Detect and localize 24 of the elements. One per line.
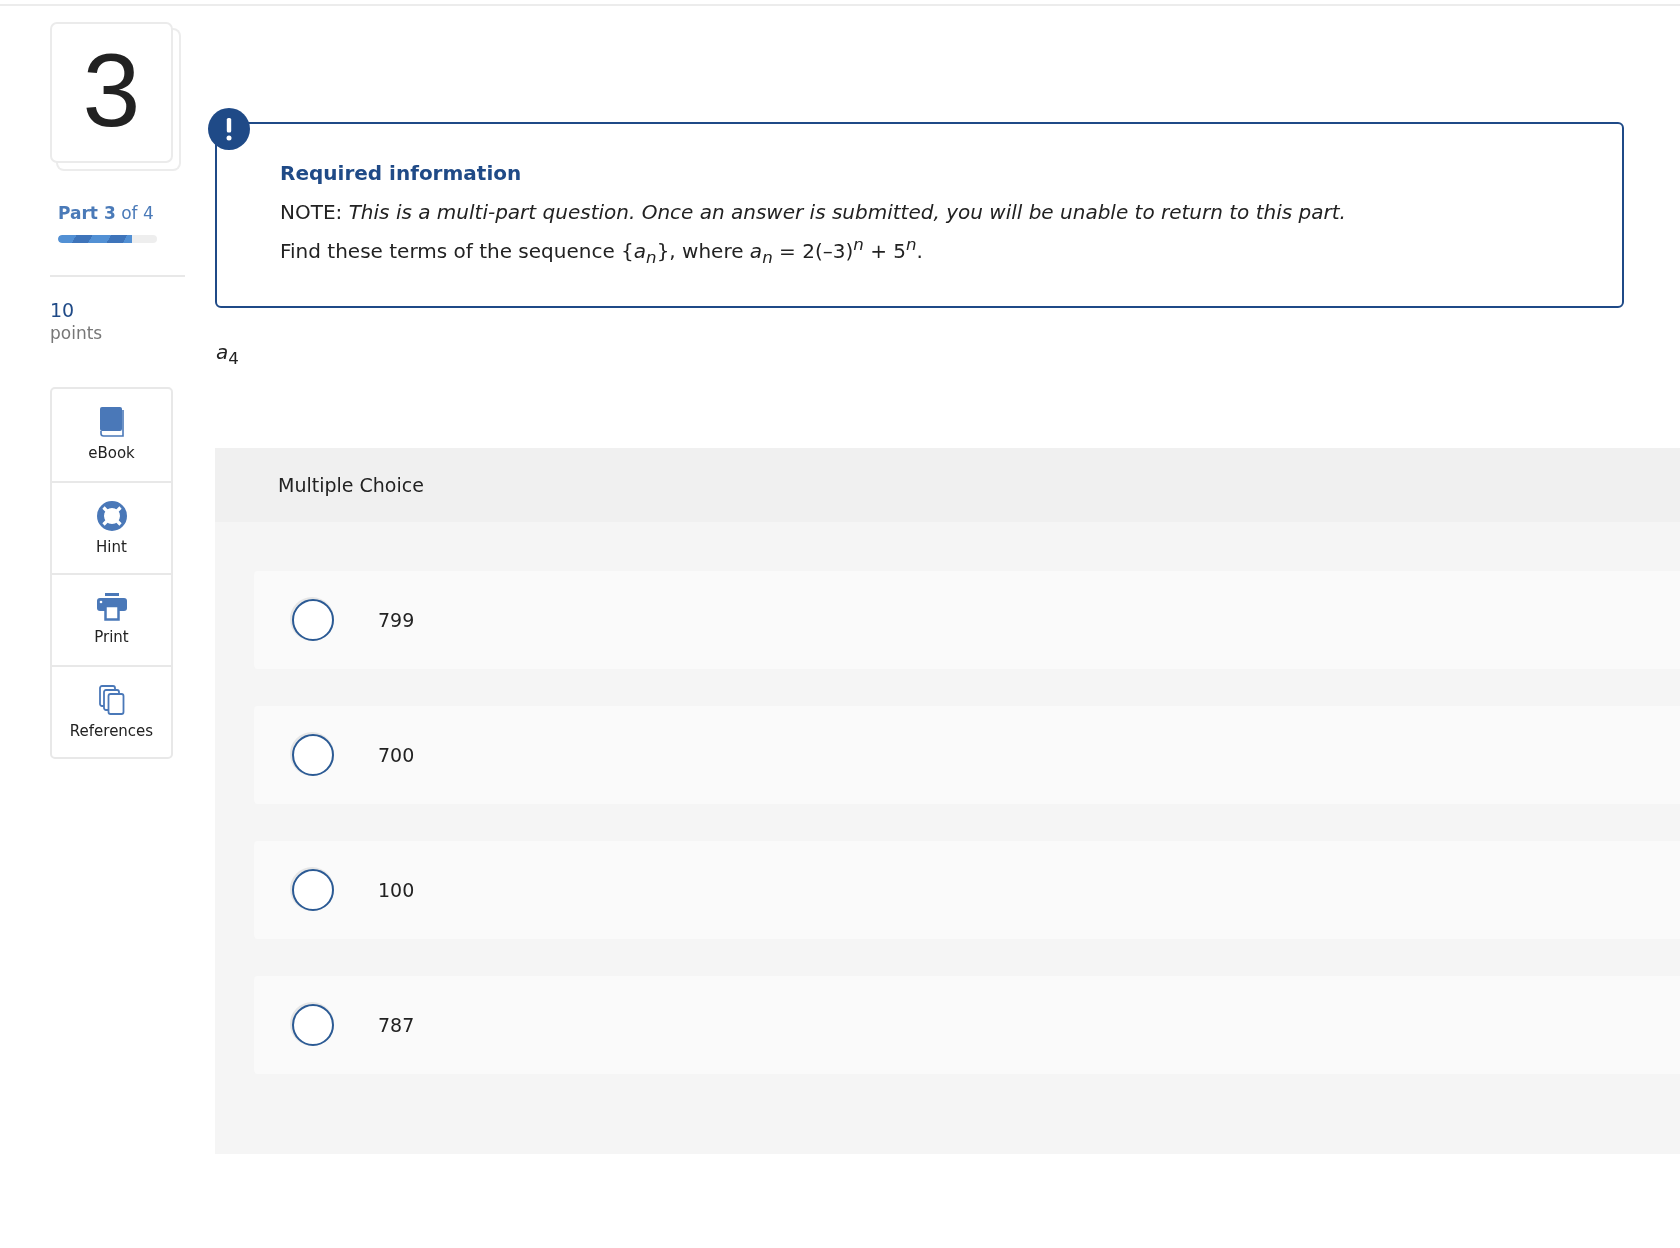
book-icon [98, 407, 125, 437]
question-text: Find these terms of the sequence {a$_{n}$}, where a$_{n}$ = 2(–3)$^{n}$ + 5$^{n}$. [280, 234, 924, 269]
pages-icon [98, 685, 125, 715]
term-label: a$_{4}$ [216, 340, 239, 369]
choice-label: 787 [378, 1014, 415, 1037]
notice-title: Required information [280, 161, 523, 185]
points-value: 10 [50, 299, 75, 321]
choice-label: 799 [378, 609, 415, 632]
choice-row[interactable]: 100 [254, 841, 1680, 940]
choices-heading: Multiple Choice [215, 448, 1680, 523]
points-label: points [50, 323, 103, 343]
radio-button[interactable] [292, 599, 334, 642]
printer-icon [96, 593, 127, 621]
part-label: Part 3 of 4 [58, 203, 154, 223]
lifebuoy-icon [96, 501, 127, 531]
radio-button[interactable] [292, 869, 334, 912]
choice-label: 100 [378, 879, 415, 902]
choice-row[interactable]: 787 [254, 976, 1680, 1075]
note-text: NOTE: This is a multi-part question. Once an answer is submitted, you will be unable to return to this part. [280, 199, 1347, 225]
radio-button[interactable] [292, 734, 334, 777]
choice-label: 700 [378, 744, 415, 767]
choice-row[interactable]: 700 [254, 706, 1680, 805]
choice-row[interactable]: 799 [254, 571, 1680, 670]
radio-button[interactable] [292, 1004, 334, 1047]
